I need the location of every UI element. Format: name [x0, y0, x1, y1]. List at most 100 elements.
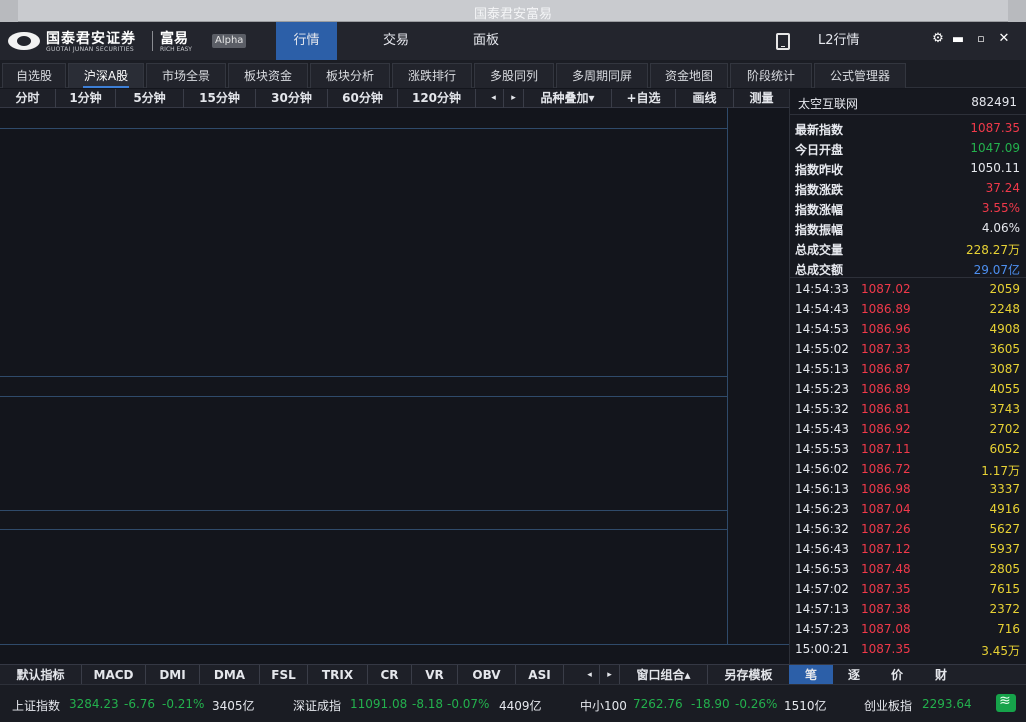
tick-vol: 2805	[989, 562, 1020, 576]
index-name-sz[interactable]: 深证成指	[293, 697, 341, 714]
wifi-signal-icon[interactable]	[996, 693, 1016, 712]
tick-vol: 2702	[989, 422, 1020, 436]
indicator-default[interactable]: 默认指标	[0, 665, 82, 685]
tick-price: 1087.08	[861, 622, 911, 636]
main-pane-top-border	[0, 128, 727, 129]
tick-row: 14:55:43 1086.92 2702	[790, 419, 1026, 439]
quote-stat-label: 指数涨幅	[795, 203, 844, 217]
tick-price: 1086.89	[861, 382, 911, 396]
indicator-dmi[interactable]: DMI	[146, 665, 200, 685]
tick-price: 1087.35	[861, 642, 911, 656]
tick-row: 14:56:02 1086.72 1.17万	[790, 459, 1026, 479]
indicator-macd[interactable]: MACD	[82, 665, 146, 685]
tab-finance[interactable]: 财	[919, 665, 963, 685]
add-watchlist-button[interactable]: +自选	[612, 89, 676, 108]
tick-vol: 716	[997, 622, 1020, 636]
nav-tab-market[interactable]: 行情	[276, 22, 337, 60]
tick-price: 1086.72	[861, 462, 911, 476]
subtab-sector-funds[interactable]: 板块资金	[228, 63, 308, 88]
save-template-button[interactable]: 另存模板	[708, 665, 789, 685]
quote-stat-value: 29.07亿	[973, 263, 1020, 277]
nav-tab-panel[interactable]: 面板	[456, 22, 516, 60]
nav-tab-trade[interactable]: 交易	[366, 22, 426, 60]
minimize-icon[interactable]: ▬	[951, 33, 965, 47]
subtab-multi-period[interactable]: 多周期同屏	[556, 63, 648, 88]
tick-time: 14:55:53	[795, 442, 849, 456]
l2-quote-link[interactable]: L2行情	[818, 22, 860, 60]
subtab-formula-manager[interactable]: 公式管理器	[814, 63, 906, 88]
tablet-icon[interactable]	[776, 33, 790, 50]
window-titlebar: 国泰君安富易	[0, 0, 1026, 22]
period-toolbar: 分时 1分钟 5分钟 15分钟 30分钟 60分钟 120分钟 ◂ ▸ 品种叠加…	[0, 89, 789, 108]
top-navigation: 国泰君安证券 GUOTAI JUNAN SECURITIES 富易 RICH E…	[0, 22, 1026, 60]
tick-vol: 4908	[989, 322, 1020, 336]
period-1min[interactable]: 1分钟	[56, 89, 116, 108]
settings-gear-icon[interactable]: ⚙	[931, 32, 945, 46]
restore-icon[interactable]: ▫	[974, 32, 988, 46]
indicator1-top-border	[0, 396, 727, 397]
chart-area[interactable]	[0, 108, 789, 664]
window-title: 国泰君安富易	[473, 7, 552, 22]
tick-time: 14:55:23	[795, 382, 849, 396]
index-amount-sz: 4409亿	[499, 699, 542, 713]
tick-row: 14:55:23 1086.89 4055	[790, 379, 1026, 399]
indicator-obv[interactable]: OBV	[458, 665, 516, 685]
period-15min[interactable]: 15分钟	[184, 89, 256, 108]
indicator-trix[interactable]: TRIX	[308, 665, 368, 685]
quote-stat-label: 今日开盘	[795, 143, 844, 157]
indicator-dma[interactable]: DMA	[200, 665, 260, 685]
tick-row: 14:56:53 1087.48 2805	[790, 559, 1026, 579]
price-axis-divider	[727, 108, 728, 644]
indicator-toolbar: 默认指标 MACD DMI DMA FSL TRIX CR VR OBV ASI…	[0, 664, 789, 685]
period-120min[interactable]: 120分钟	[398, 89, 476, 108]
period-30min[interactable]: 30分钟	[256, 89, 328, 108]
tick-row: 14:54:43 1086.89 2248	[790, 299, 1026, 319]
indicator1-bottom-border	[0, 510, 727, 511]
subtab-sector-analysis[interactable]: 板块分析	[310, 63, 390, 88]
tab-tick-by-tick[interactable]: 笔	[789, 665, 833, 685]
subtab-sh-sz-a[interactable]: 沪深A股	[68, 63, 144, 88]
draw-line-button[interactable]: 画线	[676, 89, 734, 108]
index-name-cyb[interactable]: 创业板指	[864, 697, 912, 714]
index-pct-sz: -0.07%	[447, 697, 490, 711]
tab-price[interactable]: 价	[875, 665, 919, 685]
subtab-market-overview[interactable]: 市场全景	[146, 63, 226, 88]
index-pct-zx100: -0.26%	[735, 697, 778, 711]
subtab-fund-map[interactable]: 资金地图	[650, 63, 728, 88]
index-amount-sh: 3405亿	[212, 699, 255, 713]
quote-stat-label: 总成交量	[795, 243, 844, 257]
index-name-zx100[interactable]: 中小100	[580, 697, 627, 714]
quote-stat-value: 4.06%	[981, 221, 1020, 235]
period-timeshare[interactable]: 分时	[0, 89, 56, 108]
indicator-vr[interactable]: VR	[412, 665, 458, 685]
window-combo-dropdown[interactable]: 窗口组合▴	[620, 665, 708, 685]
indicator-asi[interactable]: ASI	[516, 665, 564, 685]
quote-stat-row: 最新指数 1087.35	[790, 118, 1026, 138]
subtab-stage-stats[interactable]: 阶段统计	[730, 63, 812, 88]
measure-button[interactable]: 测量	[734, 89, 789, 108]
close-icon[interactable]: ✕	[997, 32, 1011, 46]
indicator-prev-arrow[interactable]: ◂	[580, 665, 600, 685]
quote-stat-row: 总成交量 228.27万	[790, 238, 1026, 258]
subtab-multi-stock[interactable]: 多股同列	[474, 63, 554, 88]
index-amount-zx100: 1510亿	[784, 699, 827, 713]
subtab-rank[interactable]: 涨跌排行	[392, 63, 472, 88]
tick-row: 14:55:13 1086.87 3087	[790, 359, 1026, 379]
main-pane-bottom-border	[0, 376, 727, 377]
period-5min[interactable]: 5分钟	[116, 89, 184, 108]
quote-stat-row: 指数振幅 4.06%	[790, 218, 1026, 238]
subtab-watchlist[interactable]: 自选股	[2, 63, 66, 88]
tab-detail[interactable]: 逐	[833, 665, 875, 685]
overlay-dropdown[interactable]: 品种叠加▾	[524, 89, 612, 108]
indicator-next-arrow[interactable]: ▸	[600, 665, 620, 685]
tick-row: 14:57:23 1087.08 716	[790, 619, 1026, 639]
indicator-cr[interactable]: CR	[368, 665, 412, 685]
period-prev-arrow[interactable]: ◂	[484, 89, 504, 108]
period-next-arrow[interactable]: ▸	[504, 89, 524, 108]
period-60min[interactable]: 60分钟	[328, 89, 398, 108]
index-status-bar: 上证指数 3284.23 -6.76 -0.21% 3405亿 深证成指 110…	[0, 684, 1026, 722]
indicator-fsl[interactable]: FSL	[260, 665, 308, 685]
quote-stat-row: 今日开盘 1047.09	[790, 138, 1026, 158]
tick-price: 1087.12	[861, 542, 911, 556]
index-name-sh[interactable]: 上证指数	[12, 697, 60, 714]
